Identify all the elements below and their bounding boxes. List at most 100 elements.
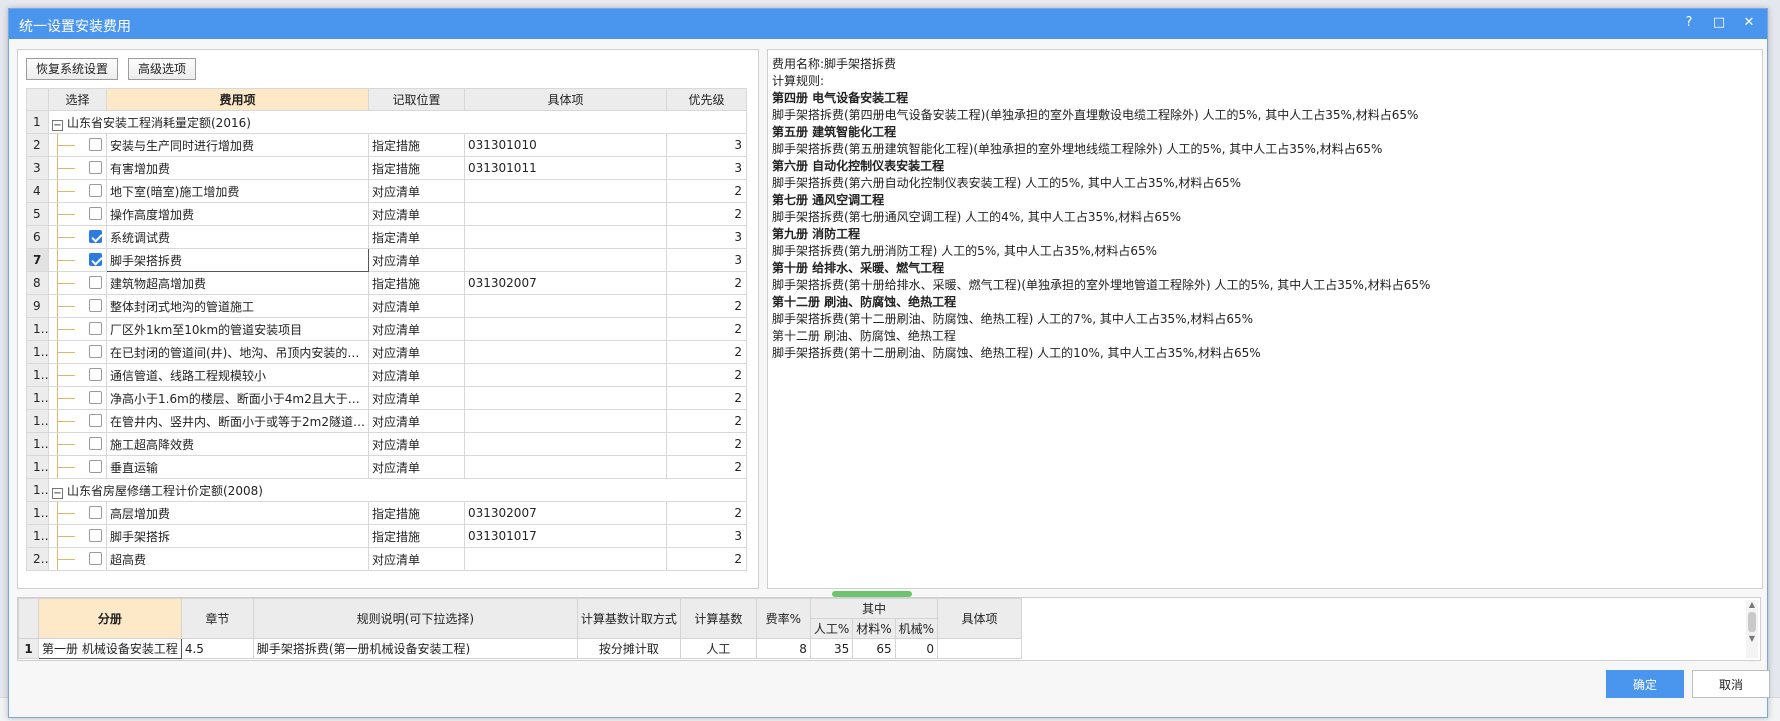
rule-method-cell[interactable]: 按分摊计取	[576, 638, 681, 659]
fee-item-position[interactable]: 对应清单	[368, 294, 465, 318]
rule-row[interactable]: 1 第一册 机械设备安装工程 4.5 脚手架搭拆费(第一册机械设备安装工程) 按…	[18, 638, 1023, 659]
collapse-icon[interactable]: −	[52, 487, 63, 499]
select-cell[interactable]	[48, 386, 107, 410]
fee-item-position[interactable]: 指定措施	[368, 524, 465, 548]
fee-item-position[interactable]: 对应清单	[368, 202, 465, 226]
fee-item-specific[interactable]	[464, 248, 667, 272]
select-cell[interactable]	[48, 501, 107, 525]
fee-row[interactable]: 4 地下室(暗室)施工增加费 对应清单 2	[26, 179, 747, 203]
fee-item-name[interactable]: 通信管道、线路工程规模较小	[106, 363, 369, 387]
column-header-labor[interactable]: 人工%	[809, 618, 854, 639]
select-checkbox[interactable]	[89, 345, 102, 358]
column-header-rule-item[interactable]: 具体项	[937, 598, 1023, 639]
select-checkbox[interactable]	[89, 253, 102, 266]
select-cell[interactable]	[48, 340, 107, 364]
fee-item-position[interactable]: 对应清单	[368, 179, 465, 203]
column-header-position[interactable]: 记取位置	[368, 88, 465, 111]
select-checkbox[interactable]	[89, 184, 102, 197]
fee-item-specific[interactable]: 031302007	[464, 271, 667, 295]
fee-item-position[interactable]: 指定措施	[368, 156, 465, 180]
collapse-icon[interactable]: −	[52, 119, 63, 131]
select-cell[interactable]	[48, 156, 107, 180]
fee-item-name[interactable]: 有害增加费	[106, 156, 369, 180]
fee-item-specific[interactable]	[464, 386, 667, 410]
rule-labor-cell[interactable]: 35	[809, 638, 854, 659]
rule-rate-cell[interactable]: 8	[755, 638, 811, 659]
fee-row[interactable]: 16 垂直运输 对应清单 2	[26, 455, 747, 479]
fee-row[interactable]: 19 脚手架搭拆 指定措施 031301017 3	[26, 524, 747, 548]
fee-item-specific[interactable]	[464, 179, 667, 203]
fee-item-specific[interactable]	[464, 363, 667, 387]
fee-item-position[interactable]: 对应清单	[368, 455, 465, 479]
fee-item-position[interactable]: 指定措施	[368, 271, 465, 295]
rule-item-cell[interactable]	[937, 638, 1023, 659]
fee-row[interactable]: 5 操作高度增加费 对应清单 2	[26, 202, 747, 226]
select-checkbox[interactable]	[89, 368, 102, 381]
select-cell[interactable]	[48, 294, 107, 318]
fee-row[interactable]: 12 通信管道、线路工程规模较小 对应清单 2	[26, 363, 747, 387]
scroll-down-icon[interactable]: ▼	[1746, 634, 1758, 644]
select-checkbox[interactable]	[89, 299, 102, 312]
rule-chapter-cell[interactable]: 4.5	[180, 638, 254, 659]
fee-item-priority[interactable]: 2	[666, 317, 747, 341]
select-cell[interactable]	[48, 547, 107, 571]
fee-item-name[interactable]: 厂区外1km至10km的管道安装项目	[106, 317, 369, 341]
fee-item-position[interactable]: 对应清单	[368, 386, 465, 410]
fee-item-priority[interactable]: 3	[666, 156, 747, 180]
fee-row[interactable]: 11 在已封闭的管道间(井)、地沟、吊顶内安装的… 对应清单 2	[26, 340, 747, 364]
fee-item-specific[interactable]	[464, 294, 667, 318]
column-header-select[interactable]: 选择	[48, 88, 107, 111]
fee-item-specific[interactable]: 031302007	[464, 501, 667, 525]
fee-row[interactable]: 15 施工超高降效费 对应清单 2	[26, 432, 747, 456]
fee-row[interactable]: 3 有害增加费 指定措施 031301011 3	[26, 156, 747, 180]
select-cell[interactable]	[48, 524, 107, 548]
rule-base-cell[interactable]: 人工	[679, 638, 757, 659]
fee-item-name[interactable]: 施工超高降效费	[106, 432, 369, 456]
fee-item-position[interactable]: 对应清单	[368, 409, 465, 433]
fee-item-position[interactable]: 对应清单	[368, 317, 465, 341]
fee-row[interactable]: 6 系统调试费 指定清单 3	[26, 225, 747, 249]
fee-group-name[interactable]: − 山东省房屋修缮工程计价定额(2008)	[48, 478, 747, 502]
column-header-material[interactable]: 材料%	[852, 618, 896, 639]
fee-item-priority[interactable]: 2	[666, 294, 747, 318]
select-checkbox[interactable]	[89, 391, 102, 404]
close-icon[interactable]: ✕	[1741, 15, 1757, 31]
fee-item-specific[interactable]	[464, 317, 667, 341]
select-checkbox[interactable]	[89, 529, 102, 542]
fee-item-name[interactable]: 高层增加费	[106, 501, 369, 525]
rule-grid-scrollbar[interactable]: ▲ ▼	[1746, 600, 1758, 658]
column-header-chapter[interactable]: 章节	[180, 598, 254, 639]
scroll-thumb[interactable]	[1748, 612, 1756, 632]
rule-material-cell[interactable]: 65	[852, 638, 896, 659]
fee-row[interactable]: 8 建筑物超高增加费 指定措施 031302007 2	[26, 271, 747, 295]
fee-item-priority[interactable]: 2	[666, 547, 747, 571]
fee-item-name[interactable]: 系统调试费	[106, 225, 369, 249]
rule-description-cell[interactable]: 脚手架搭拆费(第一册机械设备安装工程)	[252, 638, 578, 659]
fee-item-specific[interactable]	[464, 225, 667, 249]
fee-item-position[interactable]: 对应清单	[368, 432, 465, 456]
fee-item-specific[interactable]	[464, 432, 667, 456]
column-header-fence[interactable]: 分册	[38, 598, 182, 639]
select-cell[interactable]	[48, 455, 107, 479]
select-checkbox[interactable]	[89, 460, 102, 473]
fee-item-specific[interactable]	[464, 202, 667, 226]
fee-item-specific[interactable]: 031301011	[464, 156, 667, 180]
fee-item-name[interactable]: 安装与生产同时进行增加费	[106, 133, 369, 157]
fee-item-name[interactable]: 在已封闭的管道间(井)、地沟、吊顶内安装的…	[106, 340, 369, 364]
fee-item-name[interactable]: 垂直运输	[106, 455, 369, 479]
select-checkbox[interactable]	[89, 276, 102, 289]
select-checkbox[interactable]	[89, 161, 102, 174]
fee-item-position[interactable]: 指定措施	[368, 501, 465, 525]
advanced-options-button[interactable]: 高级选项	[128, 58, 197, 80]
fee-item-priority[interactable]: 2	[666, 432, 747, 456]
fee-item-name[interactable]: 建筑物超高增加费	[106, 271, 369, 295]
column-header-base[interactable]: 计算基数	[679, 598, 757, 639]
select-cell[interactable]	[48, 409, 107, 433]
rule-fence-cell[interactable]: 第一册 机械设备安装工程	[38, 638, 182, 659]
fee-item-position[interactable]: 对应清单	[368, 248, 465, 272]
column-header-specific-item[interactable]: 具体项	[464, 88, 667, 111]
maximize-icon[interactable]: □	[1711, 15, 1727, 31]
fee-item-name[interactable]: 整体封闭式地沟的管道施工	[106, 294, 369, 318]
select-cell[interactable]	[48, 363, 107, 387]
fee-item-position[interactable]: 对应清单	[368, 363, 465, 387]
